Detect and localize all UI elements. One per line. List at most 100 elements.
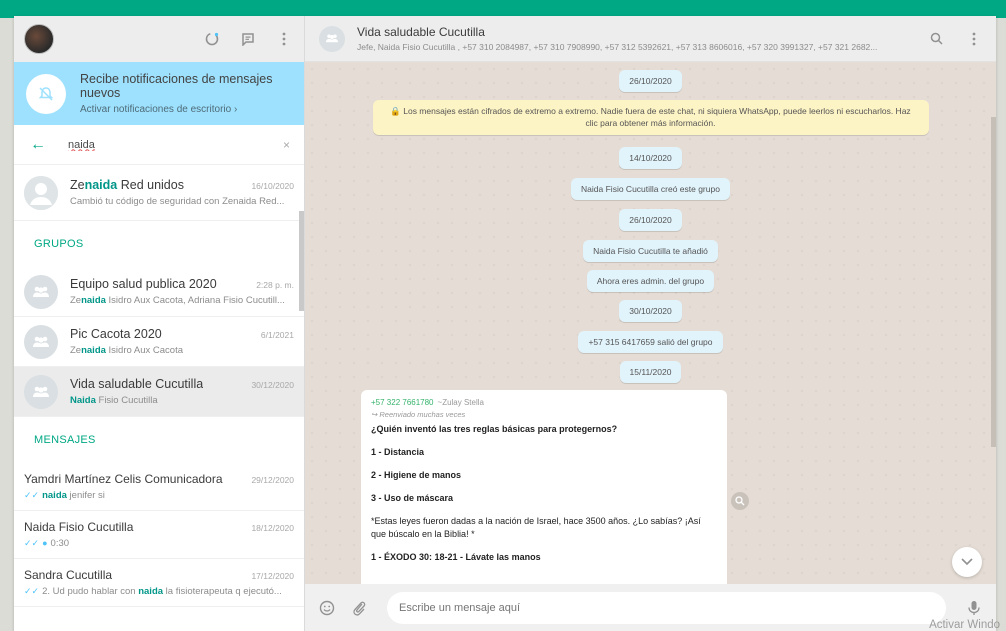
- activate-windows-watermark: Activar Windo: [929, 619, 1000, 631]
- message-result-row[interactable]: Yamdri Martínez Celis Comunicadora 29/12…: [14, 463, 304, 511]
- group-preview-rest: Fisio Cucutilla: [95, 395, 158, 406]
- scroll-down-button[interactable]: [952, 547, 982, 577]
- message-chat-name: Naida Fisio Cucutilla: [24, 520, 134, 534]
- sidebar: Recibe notificaciones de mensajes nuevos…: [14, 16, 305, 631]
- message-preview-match: naida: [42, 490, 67, 501]
- contact-avatar: [24, 175, 58, 210]
- enable-desktop-notifications-link[interactable]: Activar notificaciones de escritorio ›: [80, 104, 292, 115]
- message-time: 18/12/2020: [251, 523, 294, 533]
- message-result-row[interactable]: Naida Fisio Cucutilla 18/12/2020 ✓✓ ● 0:30: [14, 511, 304, 559]
- message-preview-prefix: 2. Ud pudo hablar con: [42, 586, 139, 597]
- menu-icon[interactable]: [276, 31, 292, 47]
- groups-heading: GRUPOS: [34, 238, 84, 250]
- system-message: Naida Fisio Cucutilla creó este grupo: [571, 178, 730, 200]
- message-preview-match: naida: [138, 586, 164, 597]
- search-icon[interactable]: [928, 31, 944, 47]
- double-check-icon: ✓✓: [24, 490, 40, 500]
- group-row-selected[interactable]: Vida saludable Cucutilla 30/12/2020 Naid…: [14, 367, 304, 417]
- chat-members: Jefe, Naida Fisio Cucutilla , +57 310 20…: [357, 42, 878, 52]
- menu-icon[interactable]: [966, 31, 982, 47]
- message-line: 1 - ÉXODO 30: 18-21 - Lávate las manos: [371, 552, 541, 563]
- new-chat-icon[interactable]: [240, 31, 256, 47]
- message-chat-name: Yamdri Martínez Celis Comunicadora: [24, 472, 223, 486]
- messages-heading: MENSAJES: [34, 434, 96, 446]
- notification-banner[interactable]: Recibe notificaciones de mensajes nuevos…: [14, 62, 304, 125]
- chat-scrollbar[interactable]: [991, 117, 996, 447]
- message-line: 2 - Higiene de manos: [371, 470, 462, 481]
- search-input[interactable]: [68, 138, 268, 151]
- chat-messages[interactable]: 26/10/2020 🔒 Los mensajes están cifrados…: [305, 62, 996, 584]
- chat-header[interactable]: Vida saludable Cucutilla Jefe, Naida Fis…: [305, 16, 996, 62]
- message-line: 1 - Distancia: [371, 447, 425, 458]
- sidebar-scrollbar[interactable]: [299, 211, 304, 311]
- group-avatar-icon[interactable]: [319, 25, 345, 52]
- group-preview-match: Naida: [70, 395, 96, 406]
- system-message: Naida Fisio Cucutilla te añadió: [583, 240, 718, 262]
- double-check-icon: ✓✓: [24, 538, 40, 548]
- forwarded-label: ↪ Reenviado muchas veces: [371, 410, 466, 419]
- zoom-icon[interactable]: [731, 492, 749, 510]
- group-preview-rest: Isidro Aux Cacota, Adriana Fisio Cucutil…: [105, 295, 285, 306]
- group-name: Equipo salud publica 2020: [70, 277, 217, 291]
- message-bubble[interactable]: +57 322 7661780 ~Zulay Stella ↪ Reenviado…: [361, 390, 727, 584]
- emoji-icon[interactable]: [317, 600, 337, 616]
- message-sender-alias: ~Zulay Stella: [437, 398, 484, 407]
- group-time: 2:28 p. m.: [256, 280, 294, 290]
- group-time: 6/1/2021: [260, 330, 294, 340]
- avatar[interactable]: [24, 24, 54, 54]
- message-sender[interactable]: +57 322 7661780: [371, 398, 434, 407]
- date-divider: 30/10/2020: [619, 300, 682, 322]
- notification-title: Recibe notificaciones de mensajes nuevos: [80, 72, 273, 100]
- attach-icon[interactable]: [349, 600, 369, 616]
- group-row[interactable]: Pic Cacota 2020 6/1/2021 Zenaida Isidro …: [14, 317, 304, 367]
- date-divider: 14/10/2020: [619, 147, 682, 169]
- contact-time: 16/10/2020: [251, 181, 294, 191]
- composer: [305, 584, 996, 631]
- message-line: ¿Quién inventó las tres reglas básicas p…: [371, 424, 618, 434]
- date-divider: 26/10/2020: [619, 70, 682, 92]
- message-preview-rest: la fisioterapeuta q ejecutó...: [163, 586, 282, 597]
- message-time: 29/12/2020: [251, 475, 294, 485]
- group-preview-prefix: Ze: [70, 345, 82, 356]
- chat-pane: Vida saludable Cucutilla Jefe, Naida Fis…: [305, 16, 996, 631]
- group-preview-match: naida: [81, 345, 106, 356]
- whatsapp-web-app: Recibe notificaciones de mensajes nuevos…: [14, 16, 996, 631]
- group-row[interactable]: Equipo salud publica 2020 2:28 p. m. Zen…: [14, 267, 304, 317]
- search-bar: ← ×: [14, 125, 304, 165]
- message-chat-name: Sandra Cucutilla: [24, 568, 113, 582]
- message-input[interactable]: [387, 591, 946, 624]
- group-name: Vida saludable Cucutilla: [70, 377, 204, 391]
- group-time: 30/12/2020: [251, 380, 294, 390]
- group-avatar-icon: [24, 324, 58, 359]
- double-check-icon: ✓✓: [24, 586, 40, 596]
- microphone-icon[interactable]: [964, 600, 984, 616]
- contact-row[interactable]: Zenaida Red unidos 16/10/2020 Cambió tu …: [14, 165, 304, 221]
- message-time: 17/12/2020: [251, 571, 294, 581]
- contact-name-suffix: Red unidos: [117, 178, 184, 192]
- encryption-notice[interactable]: 🔒 Los mensajes están cifrados de extremo…: [372, 100, 929, 135]
- search-results: Zenaida Red unidos 16/10/2020 Cambió tu …: [14, 165, 304, 631]
- clear-search-icon[interactable]: ×: [283, 138, 290, 152]
- system-message: +57 315 6417659 salió del grupo: [578, 331, 723, 353]
- group-avatar-icon: [24, 274, 58, 309]
- notification-bell-icon: [26, 73, 66, 114]
- group-preview-match: naida: [81, 295, 106, 306]
- contact-preview: Cambió tu código de seguridad con Zenaid…: [70, 196, 285, 207]
- group-preview-prefix: Ze: [70, 295, 82, 306]
- microphone-icon: ●: [42, 538, 48, 548]
- message-preview-rest: jenifer si: [66, 490, 105, 501]
- message-line: 3 - Uso de máscara: [371, 493, 454, 504]
- message-result-row[interactable]: Sandra Cucutilla 17/12/2020 ✓✓ 2. Ud pudo…: [14, 559, 304, 607]
- sidebar-header: [14, 16, 304, 62]
- message-line: *Estas leyes fueron dadas a la nación de…: [371, 516, 701, 540]
- date-divider: 15/11/2020: [619, 361, 682, 383]
- chat-title: Vida saludable Cucutilla: [357, 25, 485, 39]
- contact-name-prefix: Ze: [70, 178, 85, 192]
- group-avatar-icon: [24, 374, 58, 409]
- contact-name-match: naida: [84, 178, 118, 192]
- back-arrow-icon[interactable]: ←: [30, 136, 52, 154]
- group-name: Pic Cacota 2020: [70, 327, 162, 341]
- status-icon[interactable]: [204, 31, 220, 47]
- voice-note-duration: 0:30: [50, 538, 70, 549]
- group-preview-rest: Isidro Aux Cacota: [105, 345, 184, 356]
